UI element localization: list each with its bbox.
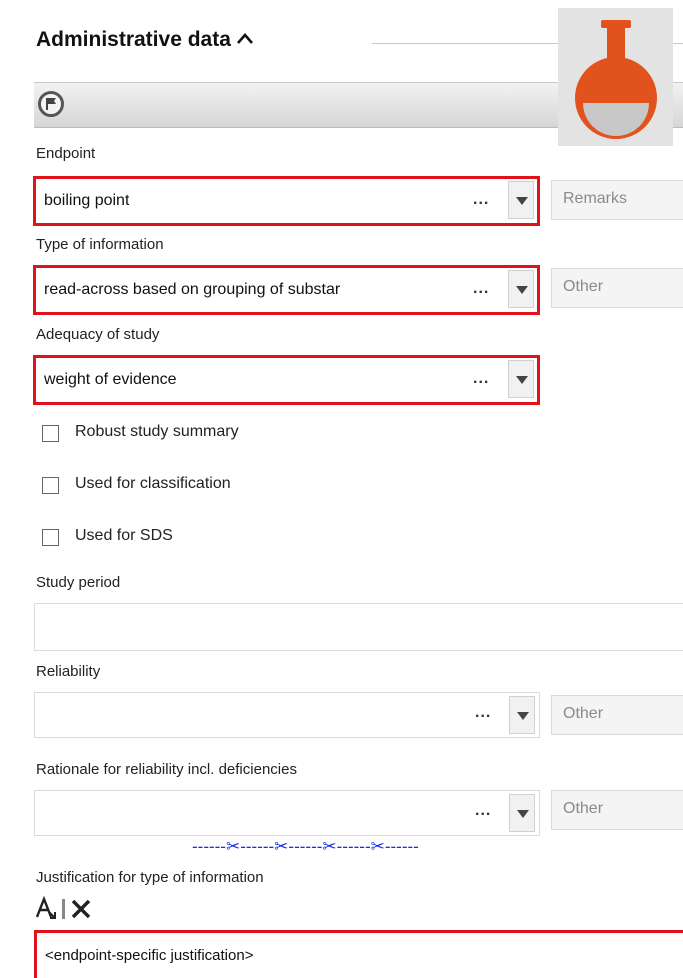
flag-icon[interactable] [38, 91, 64, 117]
scissor-separator: ------✂------✂------✂------✂------ [192, 837, 419, 856]
rationale-label: Rationale for reliability incl. deficien… [36, 761, 297, 778]
rationale-field[interactable]: ... [34, 790, 540, 836]
endpoint-dropdown-button[interactable] [508, 181, 534, 219]
remarks-field[interactable]: Remarks [551, 180, 683, 220]
rationale-browse-button[interactable]: ... [475, 802, 491, 820]
type-of-information-label: Type of information [36, 236, 164, 253]
section-title[interactable]: Administrative data [36, 28, 253, 52]
rationale-other-field[interactable]: Other [551, 790, 683, 830]
reliability-other-placeholder: Other [563, 705, 604, 722]
toolbar-divider [62, 899, 65, 919]
endpoint-browse-button[interactable]: ... [473, 191, 489, 209]
rationale-dropdown-button[interactable] [509, 794, 535, 832]
type-of-information-value: read-across based on grouping of substar [44, 281, 341, 298]
used-for-classification-label: Used for classification [75, 475, 231, 492]
reliability-other-field[interactable]: Other [551, 695, 683, 735]
reliability-field[interactable]: ... [34, 692, 540, 738]
clear-x-icon[interactable] [70, 898, 92, 920]
flask-icon [558, 8, 673, 146]
justification-textarea[interactable]: <endpoint-specific justification> [34, 930, 683, 978]
adequacy-of-study-value: weight of evidence [44, 371, 177, 388]
type-other-placeholder: Other [563, 278, 604, 295]
type-of-information-field[interactable]: read-across based on grouping of substar… [33, 265, 540, 315]
reliability-browse-button[interactable]: ... [475, 704, 491, 722]
chevron-up-icon[interactable] [236, 31, 253, 49]
adequacy-browse-button[interactable]: ... [473, 370, 489, 388]
endpoint-label: Endpoint [36, 145, 96, 162]
justification-label: Justification for type of information [36, 869, 264, 886]
type-of-information-dropdown-button[interactable] [508, 270, 534, 308]
robust-study-summary-checkbox[interactable] [42, 425, 59, 442]
used-for-classification-checkbox[interactable] [42, 477, 59, 494]
reliability-label: Reliability [36, 663, 101, 680]
used-for-sds-label: Used for SDS [75, 527, 173, 544]
type-of-information-browse-button[interactable]: ... [473, 280, 489, 298]
study-period-input[interactable] [34, 603, 683, 651]
adequacy-of-study-field[interactable]: weight of evidence ... [33, 355, 540, 405]
adequacy-dropdown-button[interactable] [508, 360, 534, 398]
section-title-text: Administrative data [36, 28, 231, 51]
type-other-field[interactable]: Other [551, 268, 683, 308]
endpoint-value: boiling point [44, 192, 130, 209]
study-period-label: Study period [36, 574, 121, 591]
remarks-placeholder: Remarks [563, 190, 628, 207]
rationale-other-placeholder: Other [563, 800, 604, 817]
text-format-icon[interactable] [35, 895, 58, 922]
endpoint-field[interactable]: boiling point ... [33, 176, 540, 226]
justification-value: <endpoint-specific justification> [45, 947, 254, 964]
adequacy-of-study-label: Adequacy of study [36, 326, 160, 343]
used-for-sds-checkbox[interactable] [42, 529, 59, 546]
robust-study-summary-label: Robust study summary [75, 423, 239, 440]
reliability-dropdown-button[interactable] [509, 696, 535, 734]
